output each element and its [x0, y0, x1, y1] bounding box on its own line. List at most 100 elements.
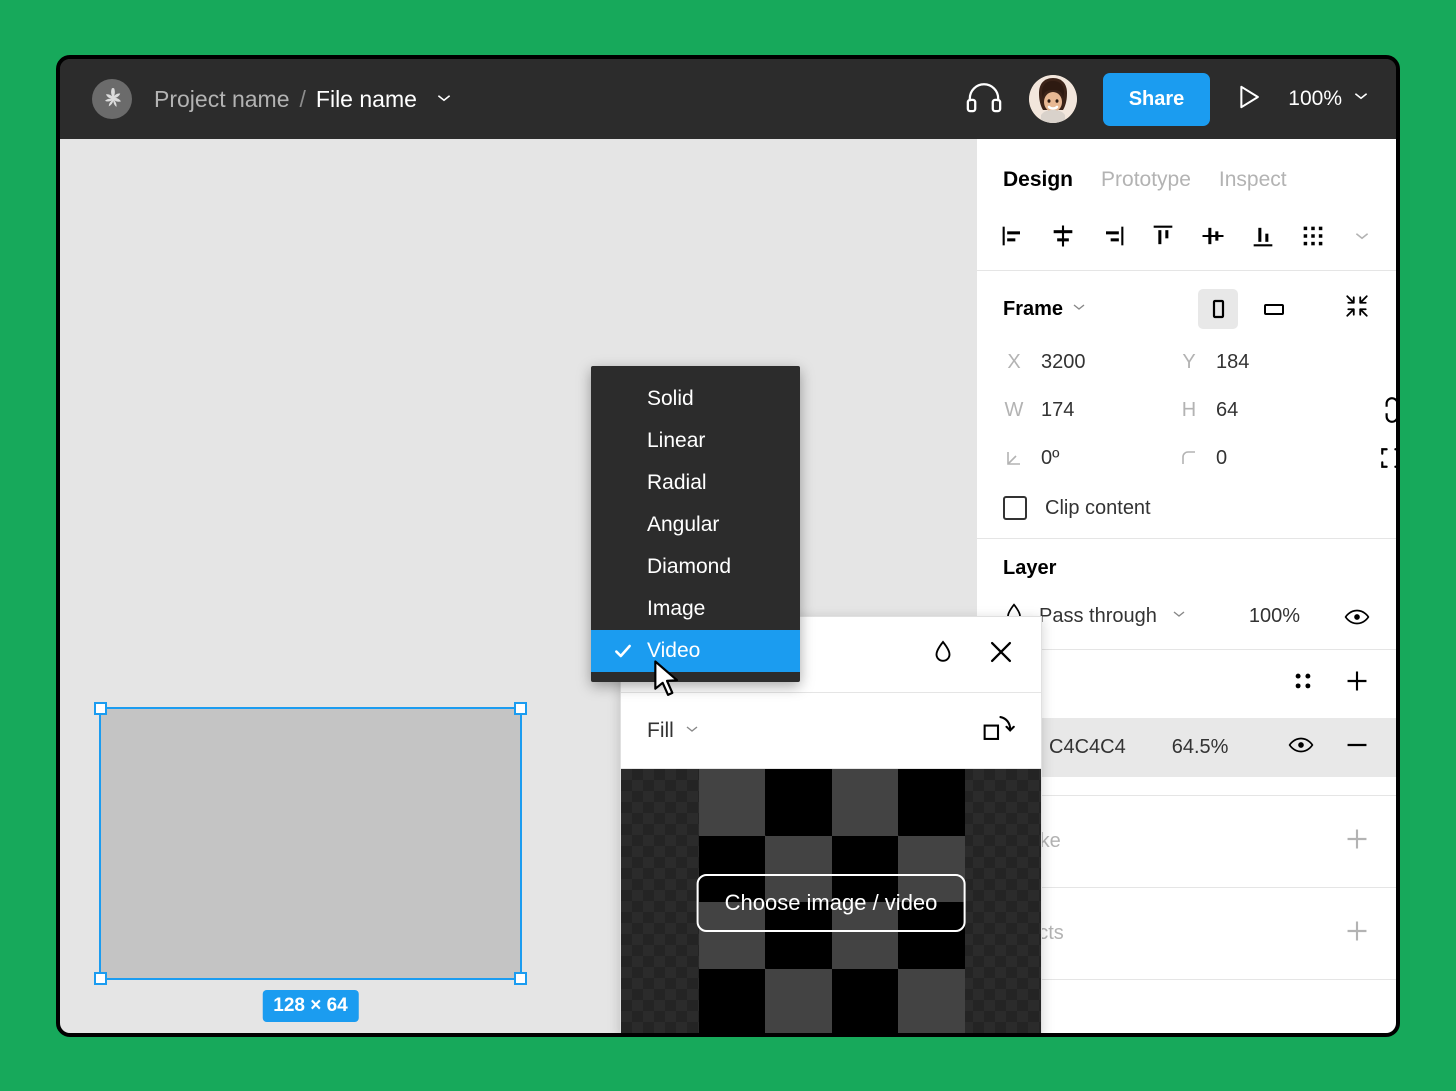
- minus-icon[interactable]: [1344, 732, 1370, 763]
- zoom-control[interactable]: 100%: [1288, 87, 1370, 111]
- layer-blend-row: Pass through 100%: [1003, 602, 1370, 631]
- menu-item-radial[interactable]: Radial: [591, 462, 800, 504]
- resize-handle-bottom-right[interactable]: [514, 972, 527, 985]
- x-label: X: [1003, 351, 1025, 374]
- resize-handle-bottom-left[interactable]: [94, 972, 107, 985]
- chevron-down-icon[interactable]: [435, 86, 453, 113]
- frame-section: Frame: [977, 271, 1396, 539]
- align-vertical-center-icon[interactable]: [1199, 220, 1227, 252]
- layer-opacity-value[interactable]: 100%: [1249, 605, 1300, 628]
- selected-frame[interactable]: 128 × 64: [101, 709, 520, 978]
- selection-size-badge: 128 × 64: [262, 990, 359, 1022]
- h-value: 64: [1216, 399, 1238, 422]
- plus-icon[interactable]: [1344, 918, 1370, 949]
- avatar[interactable]: [1029, 75, 1077, 123]
- chevron-down-icon[interactable]: [1171, 606, 1187, 627]
- broken-link-icon[interactable]: [1353, 396, 1400, 424]
- breadcrumb: Project name / File name: [154, 86, 453, 113]
- clip-content-row[interactable]: Clip content: [1003, 496, 1370, 520]
- menu-item-label: Radial: [647, 471, 707, 495]
- menu-item-linear[interactable]: Linear: [591, 420, 800, 462]
- blend-mode-value[interactable]: Pass through: [1039, 605, 1157, 628]
- breadcrumb-file-name[interactable]: File name: [316, 86, 417, 113]
- rotation-value: 0º: [1041, 447, 1059, 470]
- rotate-image-icon[interactable]: [981, 713, 1015, 748]
- fill-section-header: Fill: [1003, 668, 1370, 700]
- align-left-icon[interactable]: [999, 220, 1027, 252]
- play-triangle-icon[interactable]: [1236, 83, 1262, 116]
- frame-properties: X 3200 Y 184 W 174 H 64: [1003, 351, 1370, 470]
- headphones-icon[interactable]: [965, 80, 1003, 119]
- width-property[interactable]: W 174: [1003, 399, 1178, 422]
- chevron-down-icon: [1352, 87, 1370, 111]
- align-bottom-icon[interactable]: [1249, 220, 1277, 252]
- eye-icon[interactable]: [1344, 607, 1370, 627]
- eye-icon[interactable]: [1288, 735, 1314, 760]
- align-right-icon[interactable]: [1099, 220, 1127, 252]
- fill-hex-value[interactable]: C4C4C4: [1049, 736, 1126, 759]
- top-toolbar: Project name / File name: [60, 59, 1396, 139]
- menu-item-label: Diamond: [647, 555, 731, 579]
- plus-icon[interactable]: [1344, 826, 1370, 857]
- distribute-grid-icon[interactable]: [1299, 220, 1327, 252]
- breadcrumb-project-name[interactable]: Project name: [154, 86, 290, 113]
- menu-item-angular[interactable]: Angular: [591, 504, 800, 546]
- align-top-icon[interactable]: [1149, 220, 1177, 252]
- top-toolbar-actions: Share 100%: [965, 73, 1370, 126]
- x-value: 3200: [1041, 351, 1086, 374]
- menu-item-label: Angular: [647, 513, 719, 537]
- rotation-property[interactable]: 0º: [1003, 447, 1178, 470]
- corner-radius-property[interactable]: 0: [1178, 447, 1353, 470]
- align-horizontal-center-icon[interactable]: [1049, 220, 1077, 252]
- menu-item-diamond[interactable]: Diamond: [591, 546, 800, 588]
- menu-item-solid[interactable]: Solid: [591, 378, 800, 420]
- scale-mode-dropdown[interactable]: Fill: [647, 719, 700, 743]
- tab-inspect[interactable]: Inspect: [1219, 168, 1287, 192]
- leaf-logo-icon[interactable]: [92, 79, 132, 119]
- tab-prototype[interactable]: Prototype: [1101, 168, 1191, 192]
- y-label: Y: [1178, 351, 1200, 374]
- orientation-landscape-icon[interactable]: [1254, 289, 1294, 329]
- choose-image-video-button[interactable]: Choose image / video: [697, 874, 966, 932]
- h-label: H: [1178, 399, 1200, 422]
- droplet-blend-icon[interactable]: [931, 639, 955, 670]
- constraints-crop-icon[interactable]: [1353, 446, 1400, 470]
- tab-design[interactable]: Design: [1003, 168, 1073, 192]
- breadcrumb-separator: /: [300, 86, 306, 113]
- resize-handle-top-left[interactable]: [94, 702, 107, 715]
- frame-section-title: Frame: [1003, 298, 1063, 321]
- zoom-level-label: 100%: [1288, 87, 1342, 111]
- fill-preview[interactable]: Choose image / video: [621, 769, 1041, 1036]
- x-property[interactable]: X 3200: [1003, 351, 1178, 374]
- chevron-down-icon: [684, 719, 700, 743]
- height-property[interactable]: H 64: [1178, 399, 1353, 422]
- plus-icon[interactable]: [1344, 668, 1370, 700]
- scale-mode-value: Fill: [647, 719, 674, 743]
- chevron-down-icon[interactable]: [1071, 298, 1087, 321]
- clip-content-label: Clip content: [1045, 497, 1151, 520]
- four-dots-styles-icon[interactable]: [1292, 670, 1314, 698]
- chevron-down-icon[interactable]: [1349, 220, 1374, 252]
- menu-item-label: Video: [647, 639, 700, 663]
- orientation-portrait-icon[interactable]: [1198, 289, 1238, 329]
- frame-section-header: Frame: [1003, 289, 1370, 329]
- resize-handle-top-right[interactable]: [514, 702, 527, 715]
- checkmark-icon: [613, 641, 647, 661]
- resize-to-fit-icon[interactable]: [1344, 293, 1370, 325]
- y-property[interactable]: Y 184: [1178, 351, 1353, 374]
- share-button[interactable]: Share: [1103, 73, 1211, 126]
- fill-type-dropdown-menu: Solid Linear Radial Angular Diamond Imag…: [591, 366, 800, 682]
- w-value: 174: [1041, 399, 1074, 422]
- menu-item-label: Linear: [647, 429, 705, 453]
- menu-item-image[interactable]: Image: [591, 588, 800, 630]
- rotation-icon: [1003, 448, 1025, 468]
- fill-opacity-value[interactable]: 64.5%: [1172, 736, 1229, 759]
- avatar-photo: [1029, 75, 1077, 123]
- close-x-icon[interactable]: [987, 638, 1015, 671]
- clip-content-checkbox[interactable]: [1003, 496, 1027, 520]
- menu-item-video[interactable]: Video: [591, 630, 800, 672]
- corner-radius-value: 0: [1216, 447, 1227, 470]
- alignment-toolbar: [977, 201, 1396, 271]
- menu-item-label: Image: [647, 597, 705, 621]
- layer-section-title: Layer: [1003, 557, 1056, 580]
